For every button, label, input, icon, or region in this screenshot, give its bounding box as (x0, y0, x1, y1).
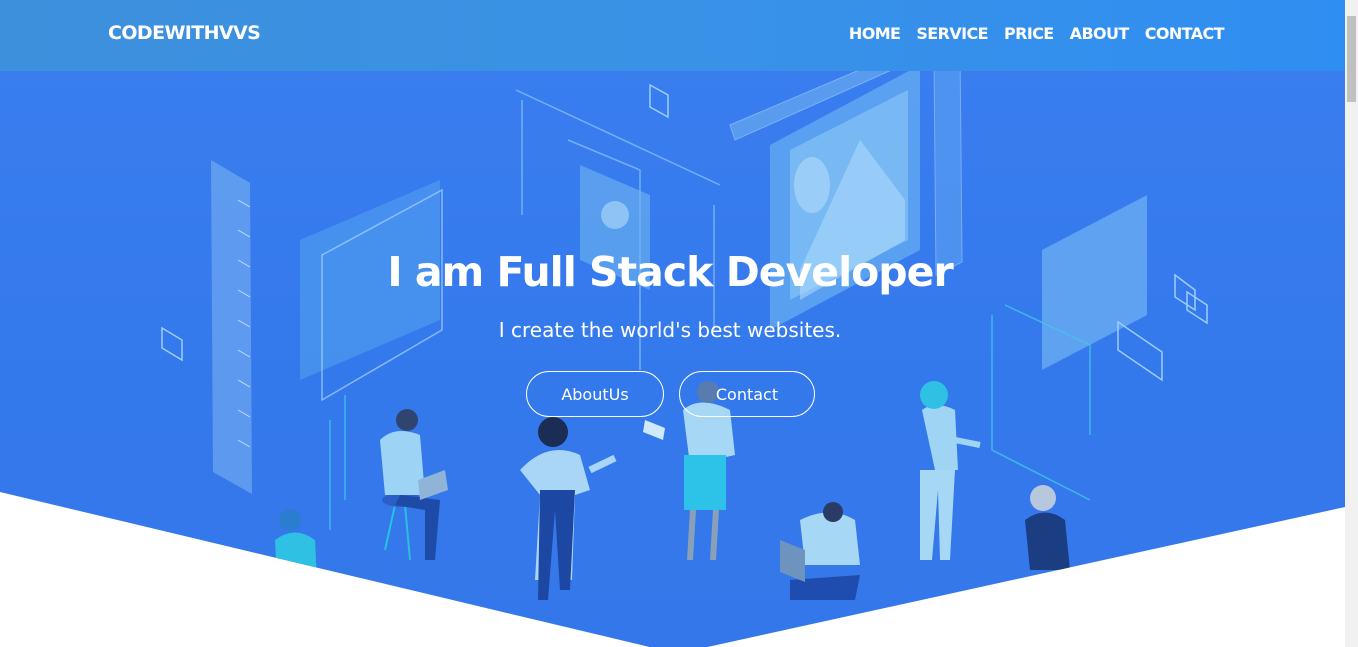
brand-logo[interactable]: CODEWITHVVS (108, 22, 261, 44)
nav-service[interactable]: SERVICE (916, 24, 988, 43)
hero-headline: I am Full Stack Developer (387, 248, 953, 296)
hero-subline: I create the world's best websites. (498, 318, 842, 342)
navbar: CODEWITHVVS HOME SERVICE PRICE ABOUT CON… (0, 0, 1345, 71)
nav-contact[interactable]: CONTACT (1145, 24, 1225, 43)
contact-button[interactable]: Contact (679, 371, 815, 417)
nav-links: HOME SERVICE PRICE ABOUT CONTACT (833, 24, 1225, 43)
nav-about[interactable]: ABOUT (1070, 24, 1130, 43)
about-us-button[interactable]: AboutUs (526, 371, 664, 417)
nav-home[interactable]: HOME (849, 24, 901, 43)
nav-price[interactable]: PRICE (1004, 24, 1054, 43)
vertical-scrollbar[interactable] (1345, 0, 1358, 647)
scrollbar-thumb[interactable] (1347, 16, 1356, 102)
